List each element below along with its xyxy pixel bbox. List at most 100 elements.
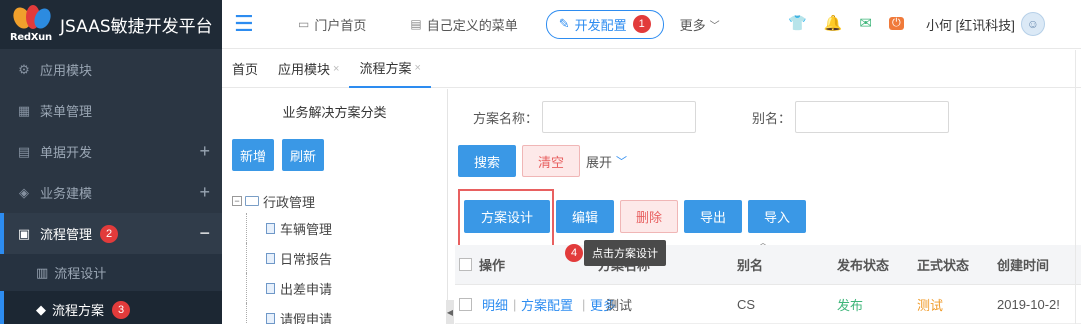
step-badge: 2 xyxy=(100,224,119,243)
tab-app-modules[interactable]: 应用模块 × xyxy=(268,50,349,88)
import-button[interactable]: 导入 xyxy=(748,200,806,233)
logo: RedXun JSAAS敏捷开发平台 xyxy=(0,0,222,49)
category-tree: − 行政管理 车辆管理 日常报告 出差申请 请假申请 xyxy=(232,189,332,324)
collapse-minus-icon[interactable]: − xyxy=(199,223,210,244)
main-content: 方案名称： 别名： 搜索 清空 展开 ﹀ 方案设计 编辑 删除 导出 导入 ︿ … xyxy=(455,89,1081,324)
close-icon[interactable]: × xyxy=(333,63,339,75)
wrench-icon: ✎ xyxy=(558,16,570,31)
nav-label: 自己定义的菜单 xyxy=(426,17,518,33)
solution-name: 测试 xyxy=(606,298,633,313)
table-icon: ▤ xyxy=(410,17,422,31)
sidebar-item-app-modules[interactable]: ⚙ 应用模块 xyxy=(0,49,222,90)
document-icon xyxy=(266,222,275,234)
tree-node-label: 行政管理 xyxy=(263,194,316,210)
step-badge: 1 xyxy=(632,15,651,33)
column-header: 发布状态 xyxy=(837,258,890,273)
category-tree-panel: 业务解决方案分类 新增 刷新 − 行政管理 车辆管理 日常报告 出差申请 请假申… xyxy=(222,89,448,324)
gear-icon: ⚙ xyxy=(18,61,30,77)
tab-label: 首页 xyxy=(232,62,259,77)
file-icon: ▤ xyxy=(17,143,31,159)
tree-node[interactable]: 日常报告 xyxy=(232,243,332,273)
column-header: 操作 xyxy=(479,258,506,273)
sidebar-item-menu-management[interactable]: ▦ 菜单管理 xyxy=(0,90,222,131)
mail-icon[interactable]: ✉ xyxy=(859,14,872,32)
add-category-button[interactable]: 新增 xyxy=(232,139,274,171)
folder-icon xyxy=(245,196,259,206)
expand-label: 展开 xyxy=(586,154,613,170)
name-filter: 方案名称： xyxy=(473,101,697,133)
scrollbar[interactable] xyxy=(1075,50,1081,324)
chevron-down-icon: ﹀ xyxy=(616,156,628,168)
table-header: 操作 方案名称 别名 发布状态 正式状态 创建时间 xyxy=(455,245,1081,285)
sidebar-subitem-process-solution[interactable]: ◆ 流程方案 3 xyxy=(0,291,222,324)
document-icon: ▥ xyxy=(36,264,49,280)
design-solution-button[interactable]: 方案设计 xyxy=(464,200,550,233)
expand-plus-icon[interactable]: + xyxy=(199,182,210,203)
tab-bar: 首页 应用模块 × 流程方案 × xyxy=(222,50,1081,88)
name-filter-input[interactable] xyxy=(542,101,697,133)
top-nav: ▭ 门户首页 ▤ 自己定义的菜单 ✎ 开发配置 1 更多 ﹀ xyxy=(298,9,764,39)
chevron-down-icon: ﹀ xyxy=(709,20,720,32)
tree-node-label: 请假申请 xyxy=(280,311,333,324)
flow-icon: ▣ xyxy=(17,225,31,241)
panel-collapse-handle[interactable]: ◀ xyxy=(446,300,454,324)
clear-button[interactable]: 清空 xyxy=(522,145,580,177)
tab-label: 应用模块 xyxy=(278,62,331,77)
tree-node[interactable]: 出差申请 xyxy=(232,273,332,303)
sidebar-submenu: ▥ 流程设计 ◆ 流程方案 3 xyxy=(0,254,222,324)
sidebar-subitem-label: 流程设计 xyxy=(54,266,107,281)
expand-plus-icon[interactable]: + xyxy=(199,141,210,162)
tab-home[interactable]: 首页 xyxy=(222,50,268,88)
top-icons: 👕 🔔 ✉ ⏻ xyxy=(788,14,921,32)
close-icon[interactable]: × xyxy=(414,62,420,74)
step-badge: 3 xyxy=(112,300,131,319)
edit-button[interactable]: 编辑 xyxy=(556,200,614,233)
sidebar-item-process-management[interactable]: ▣ 流程管理 2 − xyxy=(0,213,222,254)
sidebar-item-business-modeling[interactable]: ◈ 业务建模 + xyxy=(0,172,222,213)
dev-config-button[interactable]: ✎ 开发配置 1 xyxy=(545,9,664,39)
refresh-button[interactable]: 刷新 xyxy=(282,139,324,171)
power-icon[interactable]: ⏻ xyxy=(888,16,904,30)
separator: | xyxy=(513,297,517,312)
created-time: 2019-10-2! xyxy=(997,297,1060,312)
select-all-checkbox[interactable] xyxy=(459,258,472,271)
detail-link[interactable]: 明细 xyxy=(482,295,508,314)
alias-filter-input[interactable] xyxy=(795,101,950,133)
nav-custom-menu[interactable]: ▤ 自己定义的菜单 xyxy=(410,15,517,34)
nav-portal-home[interactable]: ▭ 门户首页 xyxy=(298,15,366,34)
cube-icon: ◈ xyxy=(19,184,29,200)
grid-icon: ▦ xyxy=(17,102,31,118)
row-checkbox[interactable] xyxy=(459,298,472,311)
separator: | xyxy=(582,297,586,312)
menu-toggle-icon[interactable]: ☰ xyxy=(234,11,262,37)
tree-node[interactable]: 车辆管理 xyxy=(232,213,332,243)
logo-mark: RedXun xyxy=(10,4,54,45)
tree-node-root[interactable]: − 行政管理 xyxy=(232,189,332,213)
tree-node[interactable]: 请假申请 xyxy=(232,303,332,324)
app-title: JSAAS敏捷开发平台 xyxy=(60,17,213,37)
tab-label: 流程方案 xyxy=(359,61,412,76)
solution-config-link[interactable]: 方案配置 xyxy=(521,295,573,314)
table-row: 明细 | 方案配置 | 更多 测试 CS 发布 测试 2019-10-2! xyxy=(455,286,1081,324)
more-menu[interactable]: 更多 ﹀ xyxy=(680,15,720,34)
sidebar-item-form-development[interactable]: ▤ 单据开发 + xyxy=(0,131,222,172)
sidebar-item-label: 业务建模 xyxy=(40,186,93,201)
export-button[interactable]: 导出 xyxy=(684,200,742,233)
tree-node-label: 日常报告 xyxy=(280,251,333,267)
delete-button[interactable]: 删除 xyxy=(620,200,678,233)
avatar[interactable]: ☺ xyxy=(1020,12,1045,36)
expand-toggle[interactable]: 展开 ﹀ xyxy=(586,152,627,171)
nav-label: 门户首页 xyxy=(314,17,367,33)
user-menu[interactable]: 小何 [红讯科技] ☺ xyxy=(926,12,1045,36)
solution-alias: CS xyxy=(737,297,756,312)
sidebar-subitem-process-design[interactable]: ▥ 流程设计 xyxy=(0,254,222,291)
tree-toolbar: 新增 刷新 xyxy=(232,139,332,171)
table-toolbar: 方案设计 编辑 删除 导出 导入 xyxy=(464,200,812,233)
search-button[interactable]: 搜索 xyxy=(458,145,516,177)
column-header: 正式状态 xyxy=(917,258,970,273)
bell-icon[interactable]: 🔔 xyxy=(824,14,843,32)
user-name: 小何 [红讯科技] xyxy=(926,17,1015,33)
tab-process-solution[interactable]: 流程方案 × xyxy=(349,50,431,88)
collapse-box-icon[interactable]: − xyxy=(232,196,242,206)
shirt-icon[interactable]: 👕 xyxy=(788,14,807,32)
